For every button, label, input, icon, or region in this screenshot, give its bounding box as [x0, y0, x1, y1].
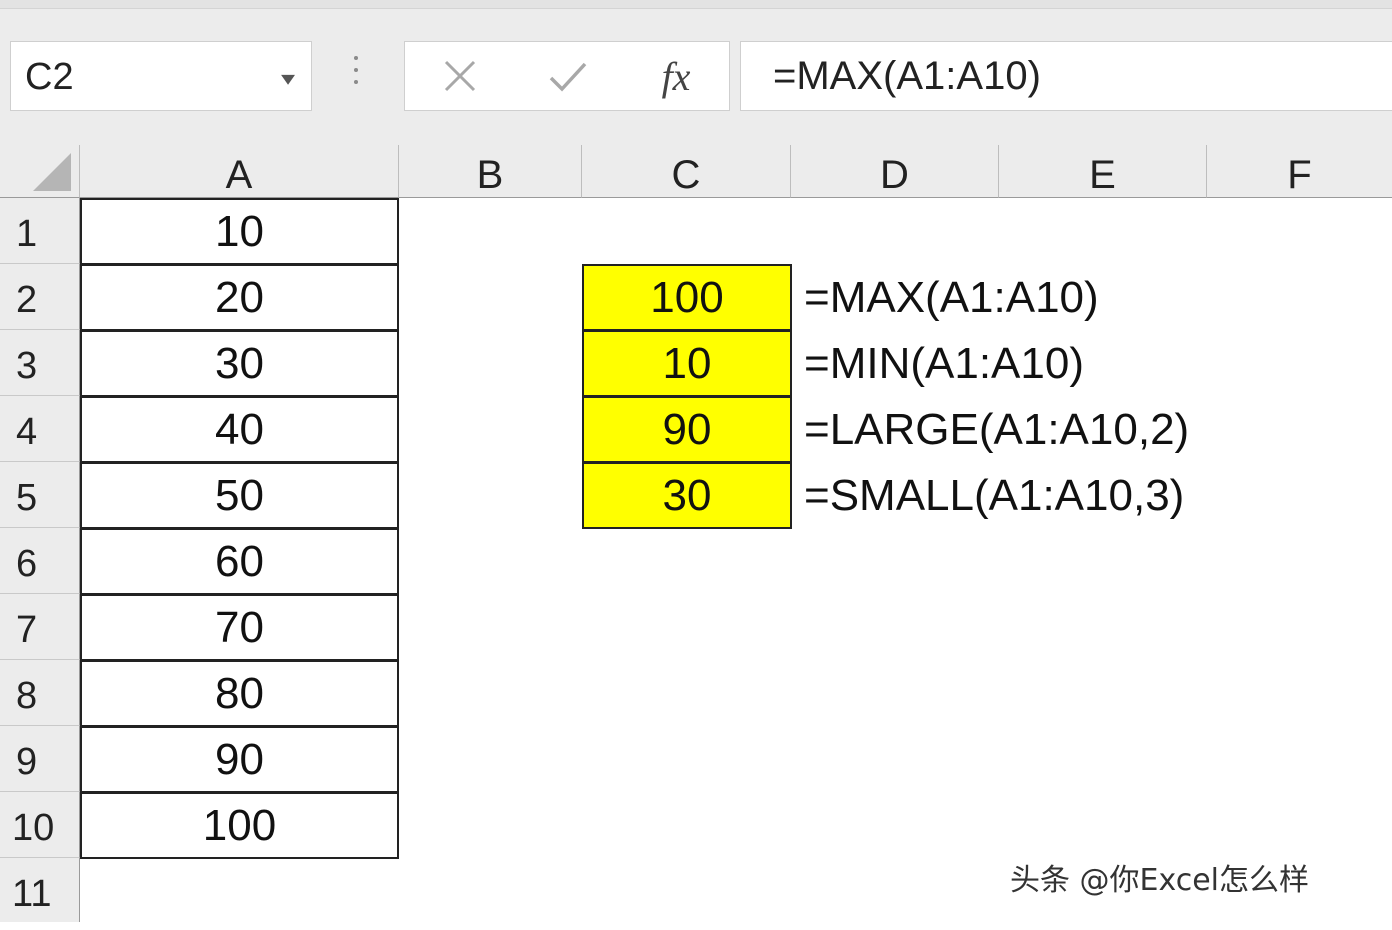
- insert-function-button[interactable]: fx: [631, 42, 721, 110]
- select-all-button[interactable]: [0, 145, 80, 198]
- cell-a3[interactable]: 30: [80, 330, 399, 397]
- cell-a1[interactable]: 10: [80, 198, 399, 265]
- row-header-10[interactable]: 10: [0, 792, 80, 858]
- cell-c3[interactable]: 10: [582, 330, 792, 397]
- cancel-button[interactable]: [415, 42, 505, 110]
- row-header-7[interactable]: 7: [0, 594, 80, 660]
- watermark: 头条 @你Excel怎么样: [1010, 863, 1310, 898]
- row-header-2[interactable]: 2: [0, 264, 80, 330]
- cell-a2[interactable]: 20: [80, 264, 399, 331]
- column-header-f[interactable]: F: [1207, 145, 1392, 198]
- row-header-9[interactable]: 9: [0, 726, 80, 792]
- cell-a7[interactable]: 70: [80, 594, 399, 661]
- row-header-8[interactable]: 8: [0, 660, 80, 726]
- ribbon-edge: [0, 0, 1392, 9]
- column-header-c[interactable]: C: [582, 145, 791, 198]
- name-box[interactable]: C2 ▾: [10, 41, 312, 111]
- column-header-e[interactable]: E: [999, 145, 1207, 198]
- cell-c5[interactable]: 30: [582, 462, 792, 529]
- cell-d3[interactable]: =MIN(A1:A10): [804, 332, 1084, 398]
- row-header-4[interactable]: 4: [0, 396, 80, 462]
- check-icon: [549, 62, 587, 92]
- column-header-a[interactable]: A: [80, 145, 399, 198]
- row-header-6[interactable]: 6: [0, 528, 80, 594]
- close-icon: [444, 60, 476, 92]
- row-header-5[interactable]: 5: [0, 462, 80, 528]
- column-header-b[interactable]: B: [399, 145, 582, 198]
- formula-bar-area: C2 ▾ fx =MAX(A1:A10): [0, 0, 1392, 145]
- cell-a5[interactable]: 50: [80, 462, 399, 529]
- name-box-value: C2: [25, 56, 74, 98]
- cell-a8[interactable]: 80: [80, 660, 399, 727]
- row-header-11[interactable]: 11: [0, 858, 80, 922]
- cell-c4[interactable]: 90: [582, 396, 792, 463]
- cell-a9[interactable]: 90: [80, 726, 399, 793]
- cell-a6[interactable]: 60: [80, 528, 399, 595]
- cell-d5[interactable]: =SMALL(A1:A10,3): [804, 464, 1184, 530]
- cell-a10[interactable]: 100: [80, 792, 399, 859]
- formula-input[interactable]: =MAX(A1:A10): [740, 41, 1392, 111]
- cell-d2[interactable]: =MAX(A1:A10): [804, 266, 1099, 332]
- resize-handle-icon[interactable]: [350, 56, 362, 96]
- formula-input-value: =MAX(A1:A10): [773, 54, 1041, 98]
- formula-buttons: fx: [404, 41, 730, 111]
- fx-icon: fx: [661, 53, 691, 99]
- cell-a4[interactable]: 40: [80, 396, 399, 463]
- row-header-3[interactable]: 3: [0, 330, 80, 396]
- column-header-d[interactable]: D: [791, 145, 999, 198]
- row-header-1[interactable]: 1: [0, 198, 80, 264]
- cell-c2[interactable]: 100: [582, 264, 792, 331]
- chevron-down-icon[interactable]: ▾: [281, 66, 295, 91]
- cell-d4[interactable]: =LARGE(A1:A10,2): [804, 398, 1189, 464]
- enter-button[interactable]: [523, 42, 613, 110]
